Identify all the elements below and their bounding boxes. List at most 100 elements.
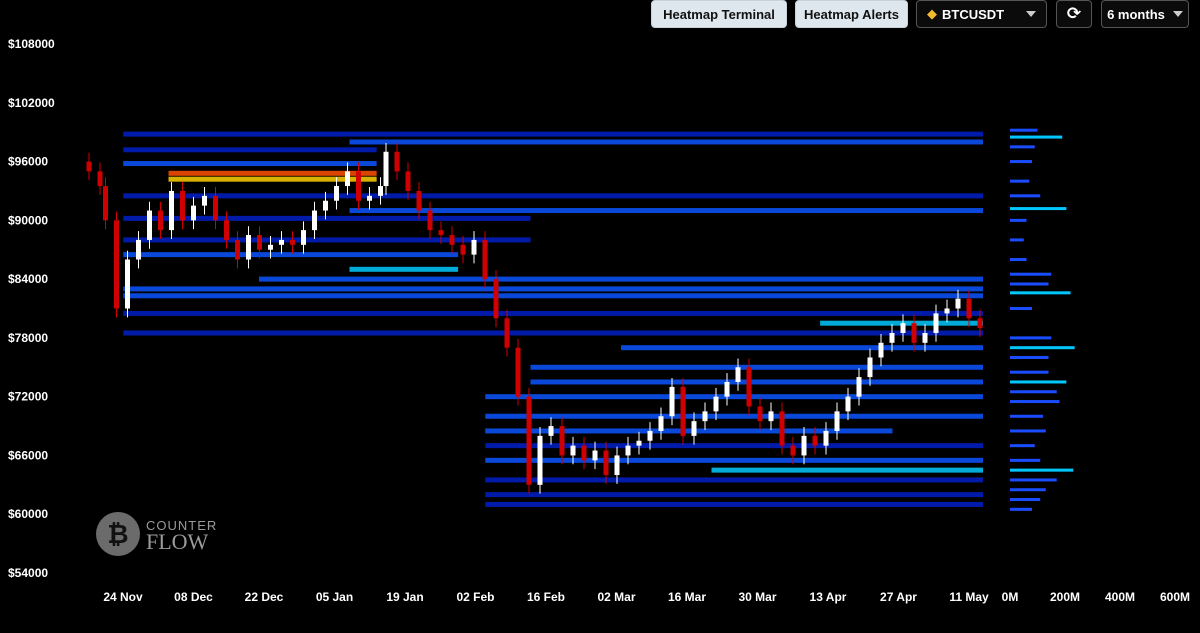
y-tick-label: $78000 [8,331,48,345]
candle-body [757,406,763,422]
candle-body [614,455,620,476]
y-tick-label: $96000 [8,155,48,169]
candle-body [334,186,339,201]
heat-band [711,467,983,473]
heatmap-alerts-button[interactable]: Heatmap Alerts [795,0,908,28]
candle-body [224,220,229,240]
candle-body [790,445,796,456]
volume-bar [1010,488,1046,492]
candle-body [103,186,108,221]
candle-body [493,279,499,319]
x-tick-label: 05 Jan [316,590,353,604]
candle-body [515,347,521,397]
candle-body [768,411,774,422]
candle-body [889,332,895,343]
candle-body [471,239,477,255]
heat-band [259,276,983,282]
x-tick-label: 11 May [949,590,989,604]
volume-bar [1010,207,1067,211]
timeframe-select[interactable]: 6 months [1101,0,1189,28]
heat-band [485,457,983,463]
y-tick-label: $54000 [8,566,48,580]
candle-body [570,445,576,456]
x-tick-label: 02 Mar [597,590,635,604]
volume-bar [1010,272,1052,276]
volume-bar [1010,478,1057,482]
symbol-select[interactable]: ◆ BTCUSDT [916,0,1047,28]
candle-body [279,239,284,245]
volume-bar [1010,179,1030,183]
volume-tick-label: 400M [1105,590,1135,604]
candle-body [460,244,466,255]
candle-body [147,210,152,240]
heat-band [123,147,377,153]
y-tick-label: $66000 [8,448,48,462]
heat-band [349,139,983,145]
volume-bar [1010,194,1041,198]
refresh-button[interactable]: ⟳ [1056,0,1092,28]
volume-bar [1010,282,1049,286]
x-tick-label: 19 Jan [386,590,423,604]
heatmap-terminal-button[interactable]: Heatmap Terminal [651,0,787,28]
candle-body [724,381,730,397]
y-tick-label: $102000 [8,96,55,110]
candle-body [559,426,565,456]
candle-body [856,377,862,397]
timeframe-label: 6 months [1107,6,1165,22]
y-tick-label: $84000 [8,272,48,286]
candle-body [625,445,631,456]
bitcoin-symbol: ₿ [107,519,128,549]
y-tick-label: $60000 [8,507,48,521]
candle-body [900,323,906,333]
candle-body [504,318,510,348]
x-tick-label: 16 Feb [527,590,565,604]
x-tick-label: 02 Feb [456,590,494,604]
candle-body [169,190,174,231]
volume-bar [1010,128,1038,132]
logo: ₿ COUNTER FLOW [96,512,216,556]
candle-body [290,239,295,245]
candle-body [235,239,240,260]
candle-body [955,298,961,309]
heat-band [123,252,459,258]
x-tick-label: 27 Apr [880,590,917,604]
x-tick-label: 30 Mar [738,590,776,604]
candle-body [345,171,350,187]
candle-body [702,411,708,422]
candle-body [191,205,196,221]
volume-bar [1010,291,1071,295]
volume-bar [1010,258,1027,262]
volume-tick-label: 600M [1160,590,1190,604]
candle-body [647,430,653,441]
heatmap-chart[interactable]: $108000 $102000 $96000 $90000 $84000 $78000 $7… [0,0,1200,633]
volume-bar [1010,498,1041,502]
y-axis: $108000 $102000 $96000 $90000 $84000 $78000 $7… [8,37,55,580]
candle-body [136,239,141,260]
candle-body [526,396,532,485]
chevron-down-icon [1172,11,1183,17]
heat-band [530,379,983,385]
candle-body [669,386,675,417]
candle-body [427,210,433,231]
heat-band [123,131,983,137]
heat-band [485,413,983,419]
heat-band [123,310,983,316]
candle-body [257,235,262,250]
volume-bar [1010,400,1060,404]
candle-body [180,190,185,221]
x-tick-label: 22 Dec [245,590,284,604]
heat-band [485,394,983,400]
candle-body [735,367,741,382]
candle-body [867,357,873,378]
volume-bar [1010,336,1052,340]
candle-body [323,200,328,211]
heat-band [485,492,983,498]
candle-body [801,435,807,456]
heat-band [349,208,983,214]
candle-body [394,151,400,172]
liquidity-heat-layer [123,131,983,507]
candle-body [416,190,422,211]
x-tick-label: 13 Apr [810,590,847,604]
volume-bar [1010,218,1027,222]
heat-band [123,237,531,243]
